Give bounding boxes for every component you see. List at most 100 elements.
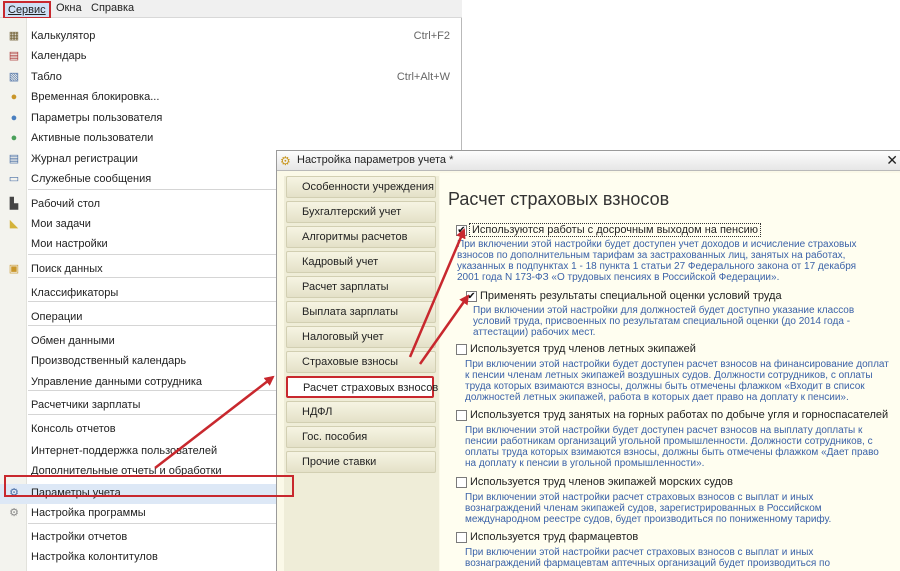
- menu-item-label: Активные пользователи: [31, 132, 154, 144]
- nav-tab-label: Бухгалтерский учет: [302, 206, 402, 218]
- program-settings-icon: ⚙: [9, 507, 19, 519]
- nav-tab[interactable]: Гос. пособия: [286, 426, 436, 448]
- tasks-icon: ◣: [9, 218, 19, 230]
- menu-item-label: Калькулятор: [31, 30, 96, 42]
- option-checkbox[interactable]: [456, 477, 467, 488]
- active-users-icon: ●: [10, 132, 18, 144]
- menu-item-label: Поиск данных: [31, 263, 103, 275]
- option-label[interactable]: Используется труд занятых на горных рабо…: [470, 409, 888, 421]
- nav-tab[interactable]: Выплата зарплаты: [286, 301, 436, 323]
- menu-shortcut: Ctrl+F2: [413, 30, 450, 42]
- menu-item-label: Мои настройки: [31, 238, 108, 250]
- menu-windows[interactable]: Окна: [56, 2, 82, 14]
- option-description: При включении этой настройки будет досту…: [457, 239, 857, 250]
- option-description: При включении этой настройки расчет стра…: [465, 492, 814, 503]
- menu-item-label: Календарь: [31, 50, 87, 62]
- menu-service[interactable]: Сервис: [3, 1, 51, 19]
- menu-item-label: Табло: [31, 71, 62, 83]
- settings-nav: Особенности учреждения Бухгалтерский учет…: [284, 176, 439, 571]
- menu-item-label: Служебные сообщения: [31, 173, 152, 185]
- option-description: 2001 года N 173-ФЗ «О трудовых пенсиях в…: [457, 272, 780, 283]
- nav-tab-label: Алгоритмы расчетов: [302, 231, 408, 243]
- nav-tab-label: Особенности учреждения: [302, 181, 435, 193]
- menu-item[interactable]: ● Временная блокировка...: [0, 88, 462, 108]
- nav-tab[interactable]: Страховые взносы: [286, 351, 436, 373]
- menu-item-label: Параметры пользователя: [31, 112, 163, 124]
- option-description: При включении этой настройки будет досту…: [465, 425, 863, 436]
- menu-item[interactable]: ▤ Календарь: [0, 47, 462, 67]
- menu-item[interactable]: ● Активные пользователи: [0, 129, 462, 149]
- option-description: международном реестре судов, будет произ…: [465, 514, 832, 525]
- calendar-icon: ▤: [8, 50, 20, 62]
- menu-shortcut: Ctrl+Alt+W: [396, 71, 450, 83]
- settings-dialog: ⚙ Настройка параметров учета * ✕ Особенн…: [276, 150, 900, 571]
- menu-item[interactable]: ▦ Калькулятор Ctrl+F2: [0, 27, 462, 47]
- menu-item-label: Классификаторы: [31, 287, 119, 299]
- option-description: вознаграждений членам экипажей судов, за…: [465, 503, 822, 514]
- nav-tab[interactable]: Прочие ставки: [286, 451, 436, 473]
- option-checkbox[interactable]: ✔: [456, 225, 467, 236]
- option-description: При включении этой настройки для должнос…: [473, 305, 855, 316]
- option-description: вознаграждений фармацевтам аптечных орга…: [465, 558, 831, 569]
- nav-tab[interactable]: Бухгалтерский учет: [286, 201, 436, 223]
- option-description: должностей летных экипажей, работа в кот…: [465, 392, 849, 403]
- option-label[interactable]: Используется труд членов летных экипажей: [470, 343, 696, 355]
- option-description: к пенсии членам летных экипажей воздушны…: [465, 370, 873, 381]
- nav-tab-label: Выплата зарплаты: [302, 306, 399, 318]
- settings-icon: ⚙: [280, 154, 291, 168]
- desktop-icon: ▙: [9, 198, 19, 210]
- menu-item-label: Мои задачи: [31, 218, 91, 230]
- option-description: условий труда, присвоенных по результата…: [473, 316, 851, 327]
- log-icon: ▤: [8, 153, 20, 165]
- nav-tab[interactable]: НДФЛ: [286, 401, 436, 423]
- selected-menu-highlight: [4, 475, 294, 497]
- menu-item-label: Операции: [31, 311, 83, 323]
- nav-tab-label: Расчет страховых взносов: [303, 382, 439, 394]
- option-description: пенсии работникам организаций угольной п…: [465, 436, 873, 447]
- lock-user-icon: ●: [10, 91, 18, 103]
- menu-item[interactable]: ● Параметры пользователя: [0, 109, 462, 129]
- nav-tab[interactable]: Кадровый учет: [286, 251, 436, 273]
- menu-item-label: Обмен данными: [31, 335, 115, 347]
- menu-help[interactable]: Справка: [91, 2, 134, 14]
- menu-item-label: Настройка колонтитулов: [31, 551, 158, 563]
- option-description: указанных в подпунктах 1 - 18 пункта 1 с…: [457, 261, 857, 272]
- option-checkbox[interactable]: [456, 410, 467, 421]
- option-checkbox[interactable]: [456, 344, 467, 355]
- option-description: оплаты труда которых взимаются взносы, д…: [465, 447, 879, 458]
- nav-tab-label: Налоговый учет: [302, 331, 384, 343]
- panel-title: Расчет страховых взносов: [448, 189, 670, 209]
- nav-tab[interactable]: Алгоритмы расчетов: [286, 226, 436, 248]
- user-settings-icon: ●: [10, 112, 18, 124]
- option-label[interactable]: Используются работы с досрочным выходом …: [468, 223, 762, 237]
- option-checkbox[interactable]: ✔: [466, 291, 477, 302]
- option-description: При включении этой настройки будет досту…: [465, 359, 889, 370]
- menu-item-label: Управление данными сотрудника: [31, 376, 203, 388]
- option-description: аттестации) рабочих мест.: [473, 327, 596, 338]
- menu-bar: Сервис Окна Справка: [0, 0, 462, 19]
- option-description: на доплату к пенсии в угольной промышлен…: [465, 458, 705, 469]
- menu-item-label: Консоль отчетов: [31, 423, 116, 435]
- dialog-title-bar: ⚙ Настройка параметров учета * ✕: [277, 151, 900, 171]
- nav-tab-label: Страховые взносы: [302, 356, 398, 368]
- option-label[interactable]: Используется труд членов экипажей морски…: [470, 476, 733, 488]
- menu-item-label: Интернет-поддержка пользователей: [31, 445, 218, 457]
- menu-item[interactable]: ▧ Табло Ctrl+Alt+W: [0, 68, 462, 88]
- nav-tab-label: НДФЛ: [302, 406, 333, 418]
- nav-tab[interactable]: Расчет зарплаты: [286, 276, 436, 298]
- menu-item-label: Расчетчики зарплаты: [31, 399, 141, 411]
- nav-tab[interactable]: Налоговый учет: [286, 326, 436, 348]
- option-label[interactable]: Используется труд фармацевтов: [470, 531, 638, 543]
- menu-item-label: Журнал регистрации: [31, 153, 138, 165]
- menu-item-label: Производственный календарь: [31, 355, 187, 367]
- option-checkbox[interactable]: [456, 532, 467, 543]
- messages-icon: ▭: [8, 173, 20, 185]
- menu-item-label: Временная блокировка...: [31, 91, 160, 103]
- option-label[interactable]: Применять результаты специальной оценки …: [480, 290, 782, 302]
- nav-tab[interactable]: Особенности учреждения: [286, 176, 436, 198]
- menu-item-label: Рабочий стол: [31, 198, 101, 210]
- calculator-icon: ▦: [8, 30, 20, 42]
- nav-tab[interactable]: Расчет страховых взносов: [286, 376, 438, 398]
- close-icon[interactable]: ✕: [886, 152, 898, 169]
- screen: Сервис Окна Справка ▦ Калькулятор Ctrl+F2 ▤…: [0, 0, 900, 571]
